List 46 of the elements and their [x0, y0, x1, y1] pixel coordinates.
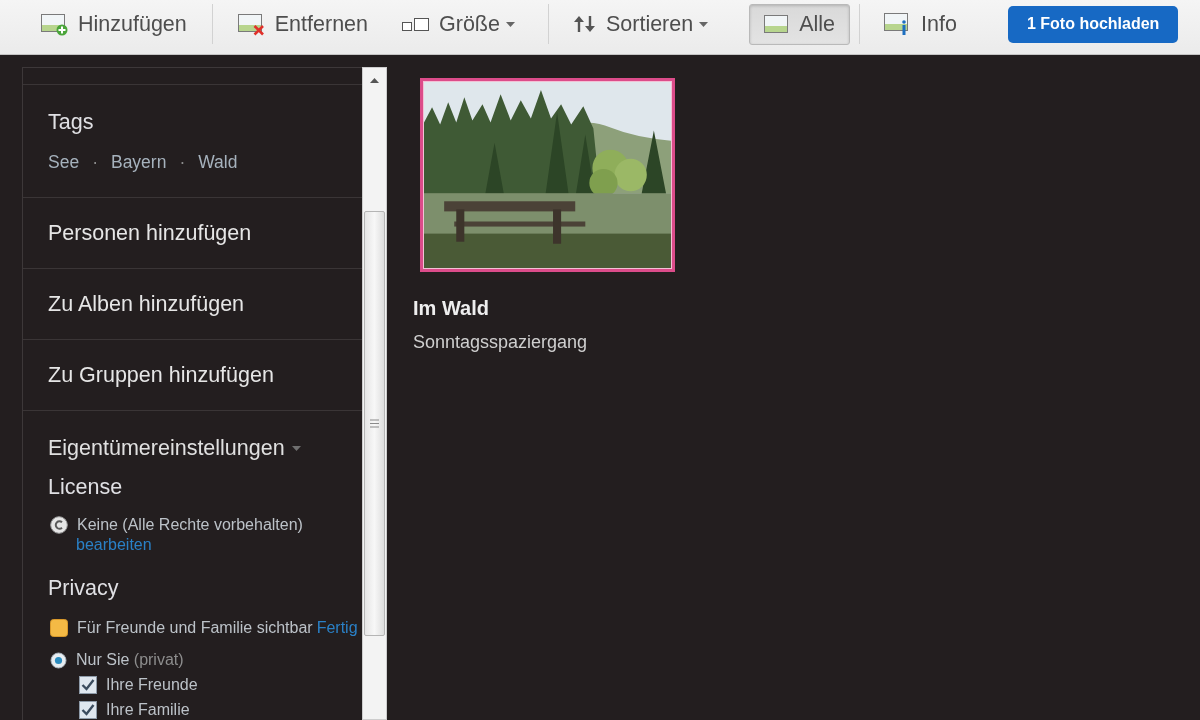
- owner-settings-toggle[interactable]: Eigentümereinstellungen: [48, 435, 301, 461]
- toolbar-button[interactable]: Entfernen: [236, 3, 369, 45]
- toolbar-button[interactable]: Hinzufügen: [40, 3, 188, 45]
- sidebar-link[interactable]: Personen hinzufügen: [48, 220, 252, 246]
- add-photo-icon: [41, 12, 68, 36]
- caret-icon: [505, 21, 515, 27]
- tag-separator: ·: [92, 151, 98, 173]
- license-text: Keine (Alle Rechte vorbehalten): [77, 515, 303, 535]
- tag-link[interactable]: Bayern: [110, 151, 167, 173]
- tag-link[interactable]: Wald: [198, 151, 238, 173]
- photo-title: Im Wald: [413, 296, 490, 320]
- done-link[interactable]: Fertig: [316, 618, 358, 638]
- scrollbar-thumb[interactable]: [364, 211, 385, 636]
- upload-button[interactable]: 1 Foto hochladen: [1007, 5, 1179, 43]
- checkbox-label: Ihre Familie: [106, 700, 190, 720]
- checkbox[interactable]: [79, 701, 97, 719]
- checkbox-label: Ihre Freunde: [106, 675, 198, 695]
- sort-icon: [573, 16, 596, 32]
- grip-lines-icon: [370, 419, 379, 428]
- tags-heading: Tags: [48, 109, 95, 135]
- sidebar-link[interactable]: Zu Gruppen hinzufügen: [48, 362, 274, 388]
- privacy-heading: Privacy: [48, 575, 120, 601]
- landscape-photo[interactable]: [420, 78, 675, 272]
- radio-button[interactable]: [50, 651, 67, 669]
- license-heading: License: [48, 474, 124, 500]
- privacy-status-icon: [50, 619, 68, 637]
- checkbox[interactable]: [79, 676, 97, 694]
- toggle-button[interactable]: Info: [869, 3, 972, 45]
- tag-link[interactable]: See: [48, 151, 80, 173]
- remove-photo-icon: [237, 12, 265, 36]
- photo-description: Sonntagsspaziergang: [413, 331, 589, 353]
- privacy-summary: Für Freunde und Familie sichtbar: [77, 618, 313, 638]
- tag-separator: ·: [179, 151, 186, 173]
- scrollbar-track[interactable]: [362, 67, 387, 720]
- caret-icon: [699, 21, 709, 27]
- photo-icon: [764, 14, 790, 34]
- toggle-button[interactable]: Alle: [749, 3, 851, 45]
- dropdown-button[interactable]: Sortieren: [572, 3, 718, 45]
- dropdown-button[interactable]: Größe: [401, 3, 524, 45]
- sidebar-link[interactable]: Zu Alben hinzufügen: [48, 291, 245, 317]
- copyright-icon: [50, 516, 68, 534]
- rectangles-icon: [402, 17, 429, 31]
- caret-icon: [291, 445, 301, 451]
- edit-link[interactable]: bearbeiten: [76, 536, 152, 553]
- scroll-up-arrow-icon[interactable]: [370, 78, 379, 83]
- radio-label: Nur Sie (privat): [76, 650, 184, 670]
